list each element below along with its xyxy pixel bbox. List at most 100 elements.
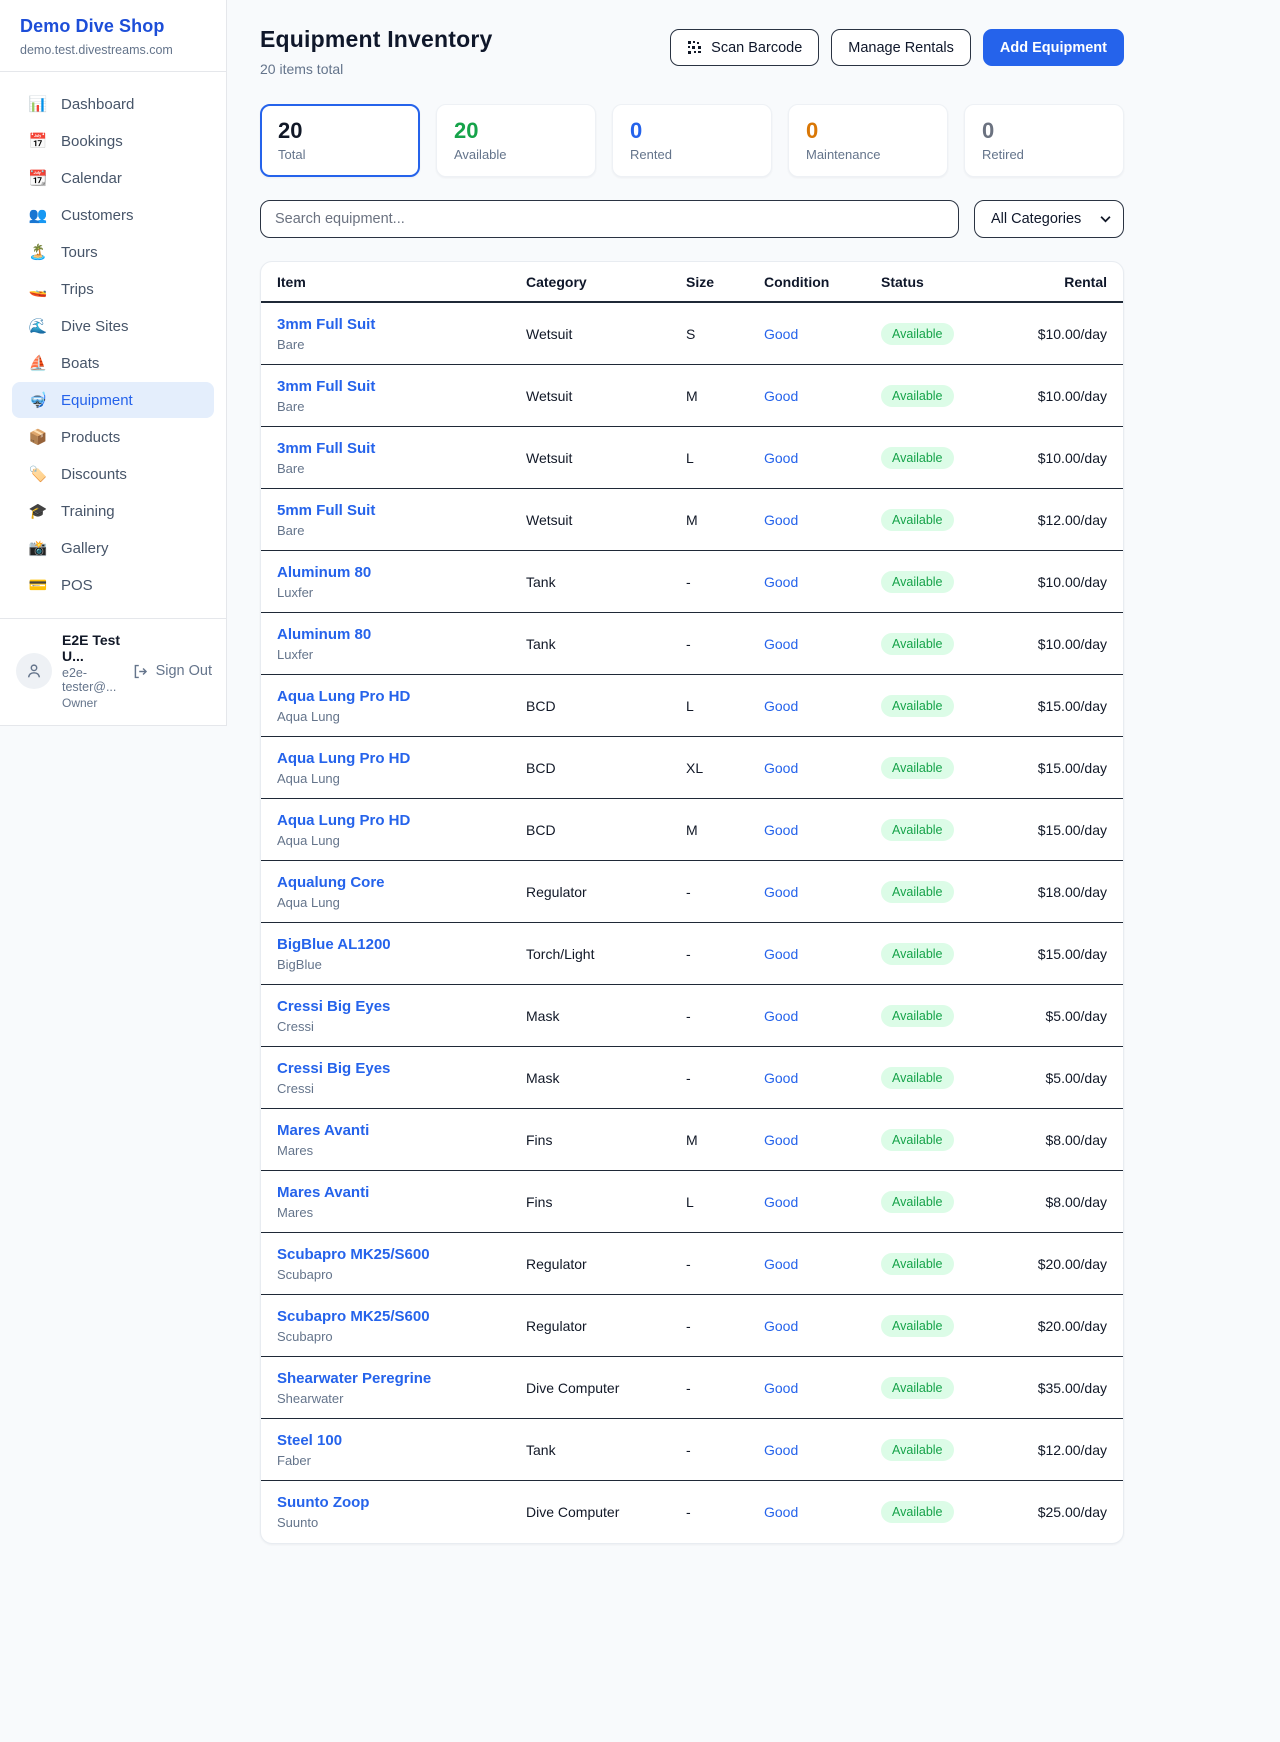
item-name-link[interactable]: Steel 100: [277, 1432, 526, 1449]
condition-link[interactable]: Good: [764, 1318, 881, 1334]
table-row: BigBlue AL1200 BigBlue Torch/Light - Goo…: [261, 923, 1123, 985]
rental-cell: $10.00/day: [1029, 388, 1107, 404]
item-name-link[interactable]: Scubapro MK25/S600: [277, 1308, 526, 1325]
item-name-link[interactable]: BigBlue AL1200: [277, 936, 526, 953]
item-brand: Bare: [277, 461, 526, 476]
sidebar-item-boats[interactable]: ⛵ Boats: [12, 345, 214, 381]
sidebar-item-gallery[interactable]: 📸 Gallery: [12, 530, 214, 566]
sidebar-item-customers[interactable]: 👥 Customers: [12, 197, 214, 233]
condition-link[interactable]: Good: [764, 698, 881, 714]
condition-link[interactable]: Good: [764, 1256, 881, 1272]
condition-link[interactable]: Good: [764, 1380, 881, 1396]
item-name-link[interactable]: Suunto Zoop: [277, 1494, 526, 1511]
sidebar-item-trips[interactable]: 🚤 Trips: [12, 271, 214, 307]
item-name-link[interactable]: Aluminum 80: [277, 564, 526, 581]
table-body: 3mm Full Suit Bare Wetsuit S Good Availa…: [261, 303, 1123, 1543]
condition-link[interactable]: Good: [764, 822, 881, 838]
manage-rentals-label: Manage Rentals: [848, 40, 954, 56]
item-name-link[interactable]: Scubapro MK25/S600: [277, 1246, 526, 1263]
sidebar-item-equipment[interactable]: 🤿 Equipment: [12, 382, 214, 418]
item-name-link[interactable]: Aqua Lung Pro HD: [277, 688, 526, 705]
item-name-link[interactable]: Aqua Lung Pro HD: [277, 812, 526, 829]
condition-link[interactable]: Good: [764, 326, 881, 342]
item-cell: 3mm Full Suit Bare: [277, 378, 526, 414]
sidebar-item-training[interactable]: 🎓 Training: [12, 493, 214, 529]
table-row: Aqua Lung Pro HD Aqua Lung BCD XL Good A…: [261, 737, 1123, 799]
stat-card[interactable]: 0 Retired: [964, 104, 1124, 177]
condition-link[interactable]: Good: [764, 512, 881, 528]
item-name-link[interactable]: Aluminum 80: [277, 626, 526, 643]
item-name-link[interactable]: 3mm Full Suit: [277, 440, 526, 457]
size-cell: M: [686, 388, 764, 404]
status-cell: Available: [881, 1129, 1029, 1151]
scan-barcode-button[interactable]: Scan Barcode: [670, 29, 819, 66]
item-name-link[interactable]: Cressi Big Eyes: [277, 998, 526, 1015]
sidebar: Demo Dive Shop demo.test.divestreams.com…: [0, 0, 227, 726]
condition-link[interactable]: Good: [764, 760, 881, 776]
item-cell: Aqua Lung Pro HD Aqua Lung: [277, 750, 526, 786]
condition-link[interactable]: Good: [764, 636, 881, 652]
item-name-link[interactable]: Mares Avanti: [277, 1122, 526, 1139]
table-row: 3mm Full Suit Bare Wetsuit S Good Availa…: [261, 303, 1123, 365]
col-item: Item: [277, 274, 526, 290]
table-row: Aluminum 80 Luxfer Tank - Good Available…: [261, 613, 1123, 675]
category-cell: Tank: [526, 574, 686, 590]
category-cell: Wetsuit: [526, 450, 686, 466]
condition-link[interactable]: Good: [764, 1194, 881, 1210]
stat-card[interactable]: 0 Maintenance: [788, 104, 948, 177]
item-name-link[interactable]: Aqua Lung Pro HD: [277, 750, 526, 767]
item-name-link[interactable]: Aqualung Core: [277, 874, 526, 891]
rental-cell: $10.00/day: [1029, 574, 1107, 590]
condition-link[interactable]: Good: [764, 884, 881, 900]
stat-card[interactable]: 20 Available: [436, 104, 596, 177]
search-wrap: [260, 200, 959, 238]
add-equipment-button[interactable]: Add Equipment: [983, 29, 1124, 66]
table-header: Item Category Size Condition Status Rent…: [261, 262, 1123, 303]
item-name-link[interactable]: 3mm Full Suit: [277, 316, 526, 333]
condition-link[interactable]: Good: [764, 574, 881, 590]
condition-link[interactable]: Good: [764, 1132, 881, 1148]
condition-link[interactable]: Good: [764, 1442, 881, 1458]
sidebar-item-dashboard[interactable]: 📊 Dashboard: [12, 86, 214, 122]
item-name-link[interactable]: Shearwater Peregrine: [277, 1370, 526, 1387]
status-cell: Available: [881, 571, 1029, 593]
sidebar-item-products[interactable]: 📦 Products: [12, 419, 214, 455]
condition-link[interactable]: Good: [764, 450, 881, 466]
status-badge: Available: [881, 1501, 954, 1523]
rental-cell: $10.00/day: [1029, 636, 1107, 652]
stat-card[interactable]: 0 Rented: [612, 104, 772, 177]
item-cell: Aqua Lung Pro HD Aqua Lung: [277, 688, 526, 724]
rental-cell: $20.00/day: [1029, 1318, 1107, 1334]
table-row: Cressi Big Eyes Cressi Mask - Good Avail…: [261, 1047, 1123, 1109]
sidebar-item-tours[interactable]: 🏝️ Tours: [12, 234, 214, 270]
sidebar-item-pos[interactable]: 💳 POS: [12, 567, 214, 603]
item-name-link[interactable]: 3mm Full Suit: [277, 378, 526, 395]
sidebar-item-bookings[interactable]: 📅 Bookings: [12, 123, 214, 159]
status-cell: Available: [881, 695, 1029, 717]
nav-icon: 🤿: [28, 391, 48, 409]
item-name-link[interactable]: Mares Avanti: [277, 1184, 526, 1201]
condition-link[interactable]: Good: [764, 388, 881, 404]
manage-rentals-button[interactable]: Manage Rentals: [831, 29, 971, 66]
sidebar-item-discounts[interactable]: 🏷️ Discounts: [12, 456, 214, 492]
filters-row: All Categories: [260, 200, 1124, 238]
category-cell: Fins: [526, 1132, 686, 1148]
category-select[interactable]: All Categories: [974, 200, 1124, 238]
search-input[interactable]: [260, 200, 959, 238]
user-name: E2E Test U...: [62, 632, 122, 664]
item-name-link[interactable]: Cressi Big Eyes: [277, 1060, 526, 1077]
sidebar-item-dive-sites[interactable]: 🌊 Dive Sites: [12, 308, 214, 344]
item-brand: Scubapro: [277, 1329, 526, 1344]
sign-out-button[interactable]: Sign Out: [132, 663, 212, 680]
condition-link[interactable]: Good: [764, 1008, 881, 1024]
condition-link[interactable]: Good: [764, 1070, 881, 1086]
table-row: Mares Avanti Mares Fins L Good Available…: [261, 1171, 1123, 1233]
col-rental: Rental: [1029, 274, 1107, 290]
status-badge: Available: [881, 819, 954, 841]
condition-link[interactable]: Good: [764, 946, 881, 962]
sidebar-item-calendar[interactable]: 📆 Calendar: [12, 160, 214, 196]
condition-link[interactable]: Good: [764, 1504, 881, 1520]
rental-cell: $15.00/day: [1029, 698, 1107, 714]
stat-card[interactable]: 20 Total: [260, 104, 420, 177]
item-name-link[interactable]: 5mm Full Suit: [277, 502, 526, 519]
